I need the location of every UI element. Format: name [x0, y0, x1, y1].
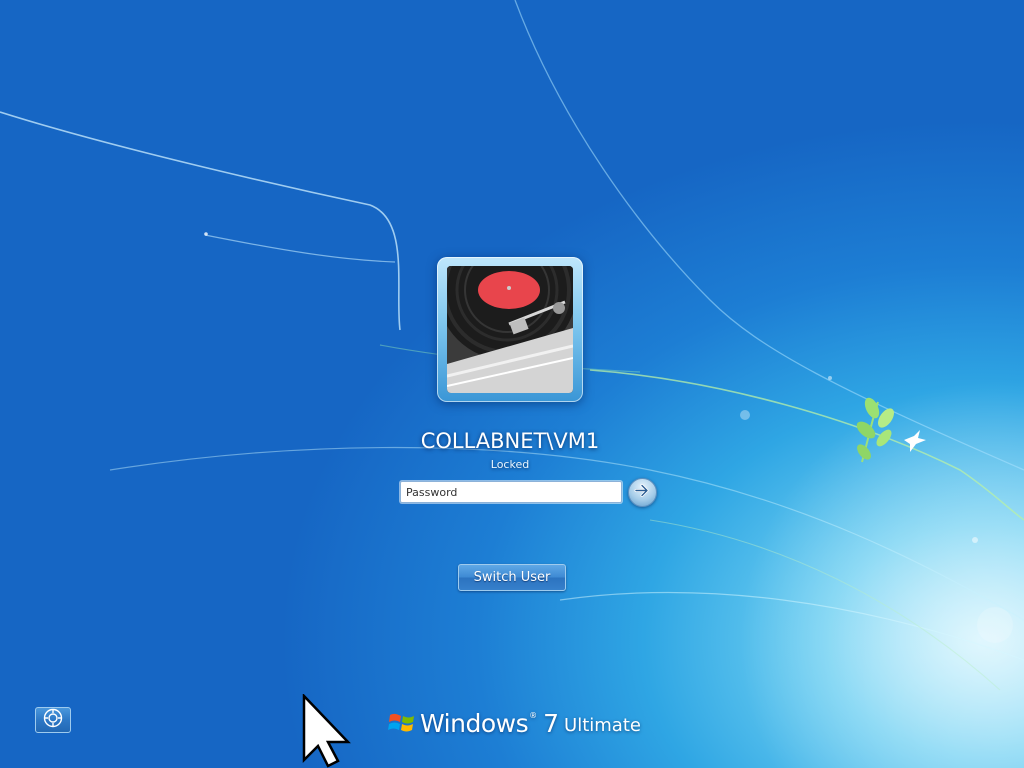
- trademark-mark: ®: [529, 710, 538, 720]
- mouse-pointer-icon: [302, 694, 351, 768]
- password-field[interactable]: [400, 481, 622, 503]
- submit-button[interactable]: [628, 478, 657, 507]
- arrow-right-icon: [634, 483, 651, 502]
- windows-branding: Windows ® 7 Ultimate: [388, 705, 641, 741]
- username: COLLABNET\VM1: [420, 429, 600, 453]
- ease-of-access-icon: [43, 708, 63, 732]
- user-tile[interactable]: [437, 257, 583, 402]
- user-picture: [447, 266, 573, 393]
- ease-of-access-button[interactable]: [35, 707, 71, 733]
- windows-logo-icon: [388, 713, 414, 732]
- brand-word: Windows: [420, 708, 529, 738]
- switch-user-button[interactable]: Switch User: [458, 564, 566, 591]
- brand-version: 7: [543, 708, 560, 738]
- account-status: Locked: [490, 458, 530, 471]
- brand-edition: Ultimate: [564, 714, 641, 736]
